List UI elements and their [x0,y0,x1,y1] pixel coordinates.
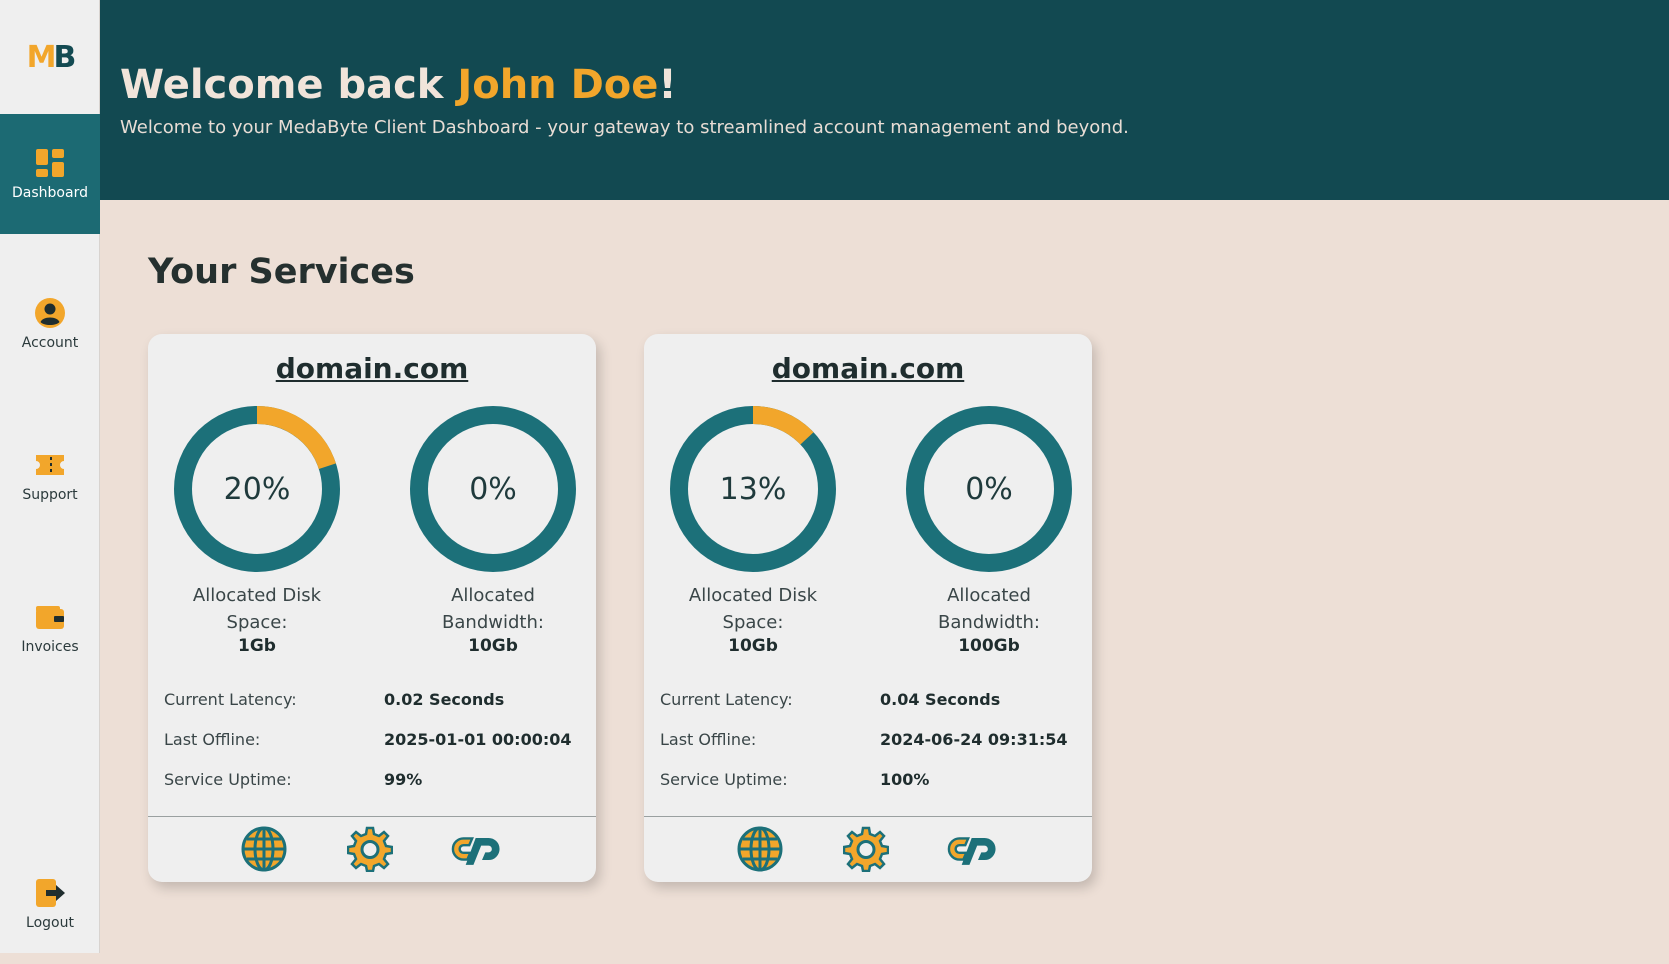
header-banner: Welcome back John Doe! Welcome to your M… [100,0,1669,200]
service-domain-link[interactable]: domain.com [644,352,1092,385]
service-domain-link[interactable]: domain.com [148,352,596,385]
support-ticket-icon [36,455,64,475]
sidebar-item-account[interactable]: Account [0,264,100,384]
bandwidth-usage-percent: 0% [469,471,517,507]
disk-usage-label: Allocated Disk Space: [192,585,322,633]
user-name: John Doe [457,62,659,108]
account-icon [35,298,65,328]
stat-row-latency: Current Latency: 0.04 Seconds [660,690,1080,716]
disk-usage-amount: 10Gb [728,636,778,656]
card-divider [644,816,1092,817]
bandwidth-usage-amount: 10Gb [468,636,518,656]
welcome-heading: Welcome back John Doe! [120,62,677,108]
cpanel-icon [947,837,996,865]
sidebar-item-support[interactable]: Support [0,416,100,536]
sidebar-item-invoices[interactable]: Invoices [0,568,100,688]
bandwidth-usage-amount: 100Gb [958,636,1020,656]
logo[interactable]: MB [0,0,100,114]
bandwidth-usage-label: Allocated Bandwidth: [938,585,1040,633]
stat-row-latency: Current Latency: 0.02 Seconds [164,690,584,716]
stat-value: 0.02 Seconds [384,690,505,709]
settings-button[interactable] [345,824,395,874]
settings-button[interactable] [841,824,891,874]
cpanel-button[interactable] [451,824,501,874]
service-card: domain.com 20% Allocated Disk Space: 1Gb… [148,334,596,882]
welcome-subtitle: Welcome to your MedaByte Client Dashboar… [120,117,1129,138]
stat-value: 2024-06-24 09:31:54 [880,730,1068,749]
sidebar-item-label: Logout [26,915,74,931]
stat-row-last-offline: Last Offline: 2024-06-24 09:31:54 [660,730,1080,756]
stat-value: 99% [384,770,423,789]
sidebar-item-label: Account [21,335,79,351]
wallet-icon [36,606,64,629]
bandwidth-usage-gauge: 0% [906,406,1072,572]
logout-icon [36,879,65,907]
cpanel-button[interactable] [947,824,997,874]
stat-label: Current Latency: [164,690,297,709]
logo-mark: MB [26,39,77,75]
stat-label: Current Latency: [660,690,793,709]
stat-label: Last Offline: [164,730,261,749]
stat-label: Last Offline: [660,730,757,749]
stat-value: 2025-01-01 00:00:04 [384,730,572,749]
sidebar-item-label: Dashboard [12,185,88,201]
bandwidth-usage-percent: 0% [965,471,1013,507]
section-title: Your Services [148,252,415,292]
globe-icon [241,826,287,872]
disk-usage-label: Allocated Disk Space: [688,585,818,633]
sidebar: MB Dashboard Account Support Invoices Lo… [0,0,100,953]
stat-row-uptime: Service Uptime: 100% [660,770,1080,796]
website-button[interactable] [239,824,289,874]
sidebar-item-dashboard[interactable]: Dashboard [0,114,100,234]
gear-icon [347,826,393,872]
sidebar-item-label: Support [22,487,78,503]
disk-usage-percent: 20% [223,471,291,507]
bandwidth-usage-gauge: 0% [410,406,576,572]
stat-value: 100% [880,770,930,789]
stat-label: Service Uptime: [164,770,292,789]
disk-usage-percent: 13% [719,471,787,507]
stat-value: 0.04 Seconds [880,690,1001,709]
website-button[interactable] [735,824,785,874]
disk-usage-amount: 1Gb [238,636,276,656]
card-divider [148,816,596,817]
disk-usage-gauge: 20% [174,406,340,572]
cpanel-icon [451,837,500,865]
stat-label: Service Uptime: [660,770,788,789]
sidebar-item-label: Invoices [21,639,79,655]
stat-row-uptime: Service Uptime: 99% [164,770,584,796]
bandwidth-usage-label: Allocated Bandwidth: [442,585,544,633]
stat-row-last-offline: Last Offline: 2025-01-01 00:00:04 [164,730,584,756]
service-card: domain.com 13% Allocated Disk Space: 10G… [644,334,1092,882]
sidebar-item-logout[interactable]: Logout [0,844,100,964]
dashboard-icon [36,149,64,177]
gear-icon [843,826,889,872]
globe-icon [737,826,783,872]
disk-usage-gauge: 13% [670,406,836,572]
